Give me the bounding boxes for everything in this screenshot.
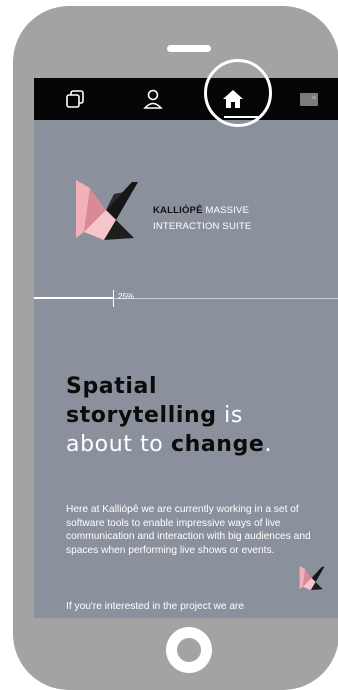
headline-line3-light: about to (66, 432, 171, 457)
progress-fill (34, 297, 114, 299)
progress-label: 25% (118, 292, 135, 301)
headline: Spatial storytelling is about to change. (66, 372, 336, 459)
progress-marker (113, 290, 114, 307)
brand-strong: KALLIÓPÊ (153, 205, 203, 216)
headline-line1: Spatial (66, 374, 158, 399)
phone-speaker (167, 45, 211, 52)
home-button-center (177, 638, 201, 662)
kalliope-small-logo (299, 566, 325, 590)
user-icon[interactable] (142, 88, 164, 110)
brand-line2: INTERACTION SUITE (153, 221, 252, 232)
contact-paragraph: If you're interested in the project we a… (66, 601, 245, 612)
headline-line2-dark: storytelling (66, 403, 217, 428)
top-navigation-bar (34, 78, 338, 120)
intro-paragraph: Here at Kalliópê we are currently workin… (66, 504, 311, 556)
copy-icon[interactable] (64, 88, 86, 110)
headline-line3-end: . (264, 432, 273, 457)
headline-line3-dark: change (170, 432, 265, 457)
brand-name: KALLIÓPÊ MASSIVE INTERACTION SUITE (153, 203, 251, 235)
kalliope-logo (76, 180, 138, 240)
headline-line2-light: is (216, 403, 243, 428)
highlight-circle (204, 59, 272, 127)
window-icon[interactable] (298, 88, 320, 110)
brand-rest: MASSIVE (205, 205, 250, 216)
